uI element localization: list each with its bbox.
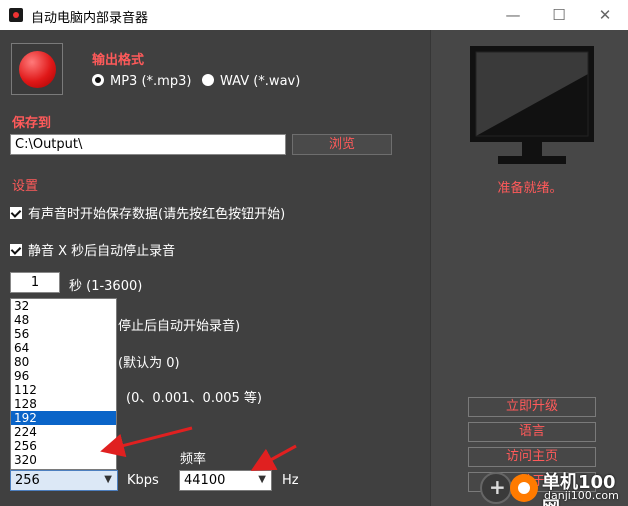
status-text: 准备就绪。: [497, 181, 563, 196]
upgrade-button[interactable]: 立即升级: [468, 397, 596, 417]
arrow-icon: [100, 426, 193, 458]
language-button[interactable]: 语言: [468, 422, 596, 442]
side-panel: 准备就绪。 立即升级 语言 访问主页 关于: [430, 30, 628, 506]
watermark: 单机100网 danji100.com: [478, 470, 628, 506]
monitor-icon: [470, 46, 594, 164]
watermark-url: danji100.com: [544, 489, 619, 502]
arrow-icon: [250, 444, 297, 471]
watermark-logo-icon: [510, 474, 538, 502]
homepage-button[interactable]: 访问主页: [468, 447, 596, 467]
watermark-plus-icon: [480, 472, 512, 504]
